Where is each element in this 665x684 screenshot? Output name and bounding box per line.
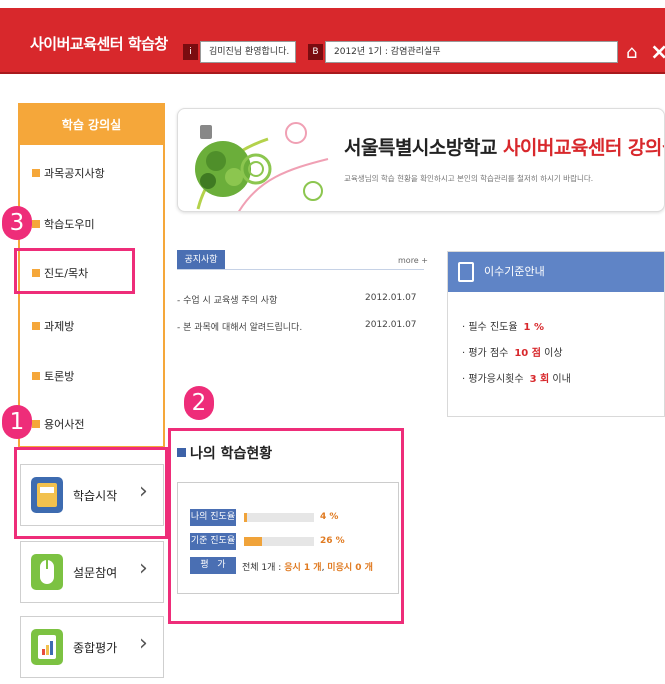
highlight-progress-menu [14, 248, 135, 294]
course-icon: B [308, 44, 323, 60]
chevron-right-icon: › [139, 631, 148, 656]
sidebar-item-label: 과목공지사항 [44, 167, 105, 180]
notice-date: 2012.01.07 [365, 320, 417, 330]
sidebar-item-label: 토론방 [44, 370, 75, 383]
criteria-row: · 필수 진도율 1 % [462, 322, 545, 333]
button-label: 설문참여 [73, 566, 118, 580]
user-icon: i [183, 44, 198, 60]
criteria-row: · 평가응시횟수 3 회 이내 [462, 374, 571, 385]
criteria-header: 이수기준안내 [448, 252, 664, 292]
notice-divider [177, 269, 424, 270]
banner: 서울특별시소방학교 사이버교육센터 강의실 교육생님의 학습 현황을 확인하시고… [177, 108, 665, 212]
notice-date: 2012.01.07 [365, 293, 417, 303]
notice-title[interactable]: - 수업 시 교육생 주의 사항 [177, 293, 277, 306]
tab-notice[interactable]: 공지사항 [177, 250, 225, 270]
sidebar-item-label: 용어사전 [44, 418, 85, 431]
bullet-icon [32, 420, 40, 428]
sidebar-item-label: 과제방 [44, 320, 75, 333]
banner-subtitle: 교육생님의 학습 현황을 확인하시고 본인의 학습관리를 철저히 하시기 바랍니… [344, 174, 594, 183]
course-box: 2012년 1기 : 감염관리실무 [325, 41, 618, 63]
school-name: 서울특별시소방학교 [344, 137, 497, 159]
button-label: 종합평가 [73, 641, 118, 655]
criteria-suffix: 이상 [544, 348, 563, 359]
highlight-start-button [14, 447, 168, 539]
plant-illustration [195, 122, 329, 211]
sidebar-item-notice[interactable]: 과목공지사항 [32, 165, 105, 181]
criteria-value: 1 % [523, 322, 545, 333]
window-title: 사이버교육센터 학습창 [30, 35, 168, 53]
sidebar-item-helper[interactable]: 학습도우미 [32, 216, 95, 232]
notice-title[interactable]: - 본 과목에 대해서 알려드립니다. [177, 320, 302, 333]
step-marker-3: 3 [2, 206, 32, 240]
sidebar-title: 학습 강의실 [20, 105, 163, 145]
mouse-icon [31, 554, 63, 590]
sidebar-item-glossary[interactable]: 용어사전 [32, 416, 84, 432]
criteria-label: 필수 진도율 [468, 322, 518, 333]
window-header: 사이버교육센터 학습창 i 김미진님 환영합니다. B 2012년 1기 : 감… [0, 8, 665, 74]
highlight-status [168, 428, 404, 624]
bullet-icon [32, 372, 40, 380]
sidebar-item-discussion[interactable]: 토론방 [32, 368, 74, 384]
close-icon[interactable]: × [650, 40, 665, 65]
criteria-value: 10 점 [514, 348, 541, 359]
banner-title: 서울특별시소방학교 사이버교육센터 강의실 [344, 133, 665, 160]
criteria-box: 이수기준안내 · 필수 진도율 1 % · 평가 점수 10 점 이상 · 평가응시… [447, 251, 665, 417]
chevron-right-icon: › [139, 556, 148, 581]
criteria-label: 평가응시횟수 [468, 374, 524, 385]
criteria-value: 3 회 [529, 374, 550, 385]
criteria-suffix: 이내 [552, 374, 571, 385]
step-marker-1: 1 [2, 405, 32, 439]
bullet-icon [32, 322, 40, 330]
bullet-icon [32, 220, 40, 228]
home-icon[interactable]: ⌂ [626, 42, 637, 63]
step-marker-2: 2 [184, 386, 214, 420]
sidebar-item-assignment[interactable]: 과제방 [32, 318, 74, 334]
more-link[interactable]: more + [398, 256, 428, 265]
sidebar-item-label: 학습도우미 [44, 218, 95, 231]
criteria-row: · 평가 점수 10 점 이상 [462, 348, 563, 359]
bullet-icon [32, 169, 40, 177]
clipboard-icon [31, 629, 63, 665]
evaluation-button[interactable]: 종합평가 › [20, 616, 164, 678]
center-name: 사이버교육센터 강의실 [502, 137, 665, 159]
criteria-title: 이수기준안내 [484, 265, 545, 278]
document-icon [458, 262, 474, 282]
criteria-label: 평가 점수 [468, 348, 509, 359]
welcome-box: 김미진님 환영합니다. [200, 41, 296, 63]
survey-button[interactable]: 설문참여 › [20, 541, 164, 603]
